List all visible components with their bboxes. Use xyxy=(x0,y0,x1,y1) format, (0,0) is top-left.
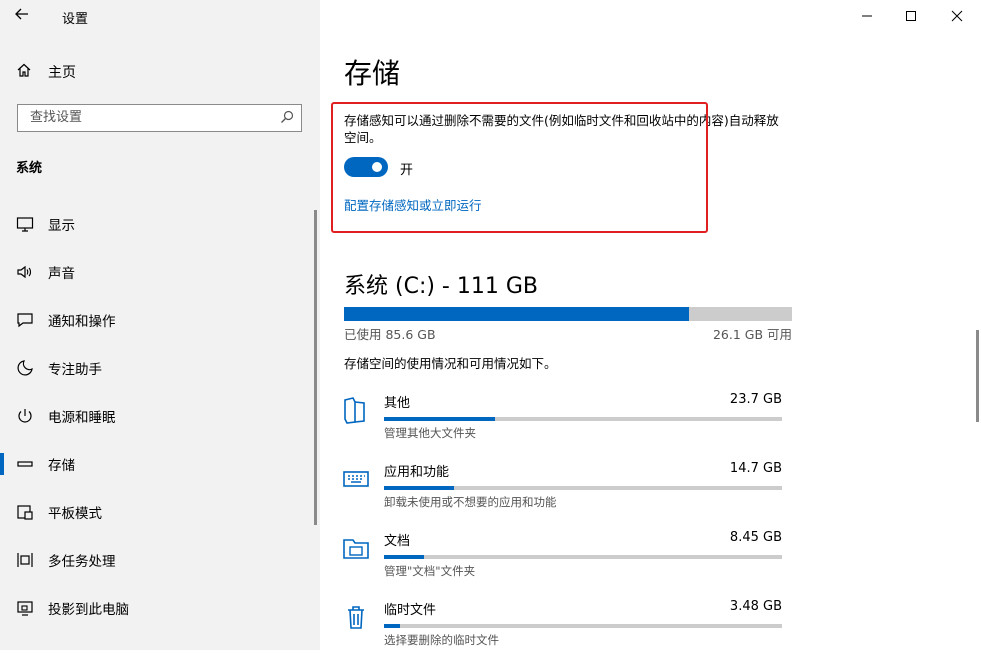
sidebar-item-notifications[interactable]: 通知和操作 xyxy=(0,296,320,344)
category-apps[interactable]: 应用和功能 14.7 GB 卸载未使用或不想要的应用和功能 xyxy=(342,461,782,521)
category-size: 3.48 GB xyxy=(729,599,782,614)
sidebar-item-project[interactable]: 投影到此电脑 xyxy=(0,584,320,632)
category-name: 文档 xyxy=(384,534,411,549)
power-icon xyxy=(16,407,34,425)
multitask-icon xyxy=(16,551,34,569)
drive-free-label: 26.1 GB 可用 xyxy=(712,327,792,342)
category-bar xyxy=(384,624,782,628)
sidebar-item-focus-assist[interactable]: 专注助手 xyxy=(0,344,320,392)
maximize-button[interactable] xyxy=(896,4,926,28)
category-bar xyxy=(384,486,782,490)
trash-icon xyxy=(342,603,370,631)
sidebar-item-label: 多任务处理 xyxy=(48,554,116,570)
search-icon[interactable] xyxy=(280,109,294,123)
sidebar-item-display[interactable]: 显示 xyxy=(0,200,320,248)
back-arrow-icon[interactable] xyxy=(14,6,34,26)
home-nav[interactable]: 主页 xyxy=(16,62,76,82)
sidebar-item-storage[interactable]: 存储 xyxy=(0,440,320,488)
sidebar-item-label: 专注助手 xyxy=(48,362,102,378)
sidebar-item-label: 电源和睡眠 xyxy=(48,410,116,426)
selection-indicator xyxy=(0,453,4,475)
category-bar-fill xyxy=(384,624,400,628)
category-bar-fill xyxy=(384,555,424,559)
category-documents[interactable]: 文档 8.45 GB 管理"文档"文件夹 xyxy=(342,530,782,590)
file-icon xyxy=(342,396,370,424)
category-subtitle: 卸载未使用或不想要的应用和功能 xyxy=(384,495,557,509)
sidebar-item-label: 声音 xyxy=(48,266,75,282)
tablet-icon xyxy=(16,503,34,521)
drive-title: 系统 (C:) - 111 GB xyxy=(344,274,538,299)
sidebar: 设置 主页 系统 显示 声音 通知和操作 专注助手 电源和睡眠 存储 xyxy=(0,0,320,650)
category-bar xyxy=(384,417,782,421)
folder-icon xyxy=(342,534,370,562)
category-size: 14.7 GB xyxy=(729,461,782,476)
minimize-button[interactable] xyxy=(852,4,882,28)
sidebar-item-power[interactable]: 电源和睡眠 xyxy=(0,392,320,440)
drive-used-label: 已使用 85.6 GB xyxy=(344,327,436,342)
speaker-icon xyxy=(16,263,34,281)
sidebar-item-label: 存储 xyxy=(48,458,75,474)
sidebar-scrollbar[interactable] xyxy=(314,210,317,525)
drive-usage-fill xyxy=(344,307,689,321)
sidebar-item-sound[interactable]: 声音 xyxy=(0,248,320,296)
main-content: 存储 存储感知可以通过删除不需要的文件(例如临时文件和回收站中的内容)自动释放空… xyxy=(320,0,981,650)
category-other[interactable]: 其他 23.7 GB 管理其他大文件夹 xyxy=(342,392,782,452)
section-label: 系统 xyxy=(16,161,43,176)
category-size: 8.45 GB xyxy=(729,530,782,545)
maximize-icon xyxy=(906,11,916,21)
keyboard-icon xyxy=(342,465,370,493)
home-label: 主页 xyxy=(48,65,76,81)
category-name: 临时文件 xyxy=(384,603,437,618)
home-icon xyxy=(16,62,34,82)
search-box[interactable] xyxy=(17,104,302,132)
category-name: 应用和功能 xyxy=(384,465,450,480)
main-scrollbar[interactable] xyxy=(976,330,979,422)
sidebar-item-label: 显示 xyxy=(48,218,75,234)
project-icon xyxy=(16,599,34,617)
category-temp-files[interactable]: 临时文件 3.48 GB 选择要删除的临时文件 xyxy=(342,599,782,659)
moon-icon xyxy=(16,359,34,377)
category-size: 23.7 GB xyxy=(729,392,782,407)
storage-icon xyxy=(16,455,34,473)
usage-description: 存储空间的使用情况和可用情况如下。 xyxy=(344,356,557,371)
close-button[interactable] xyxy=(942,4,972,28)
category-bar-fill xyxy=(384,417,496,421)
search-input[interactable] xyxy=(28,109,272,126)
close-icon xyxy=(951,10,963,22)
notification-icon xyxy=(16,311,34,329)
category-subtitle: 管理其他大文件夹 xyxy=(384,426,476,440)
category-subtitle: 管理"文档"文件夹 xyxy=(384,564,476,578)
category-bar xyxy=(384,555,782,559)
sidebar-item-label: 投影到此电脑 xyxy=(48,602,129,618)
category-subtitle: 选择要删除的临时文件 xyxy=(384,633,499,647)
page-title: 存储 xyxy=(344,57,401,90)
sidebar-item-label: 通知和操作 xyxy=(48,314,116,330)
drive-usage-bar xyxy=(344,307,792,321)
app-title: 设置 xyxy=(62,12,89,27)
minimize-icon xyxy=(862,15,872,17)
category-name: 其他 xyxy=(384,396,411,411)
highlight-box xyxy=(331,102,708,233)
category-bar-fill xyxy=(384,486,454,490)
monitor-icon xyxy=(16,215,34,233)
sidebar-item-multitasking[interactable]: 多任务处理 xyxy=(0,536,320,584)
sidebar-item-label: 平板模式 xyxy=(48,506,102,522)
sidebar-item-tablet-mode[interactable]: 平板模式 xyxy=(0,488,320,536)
